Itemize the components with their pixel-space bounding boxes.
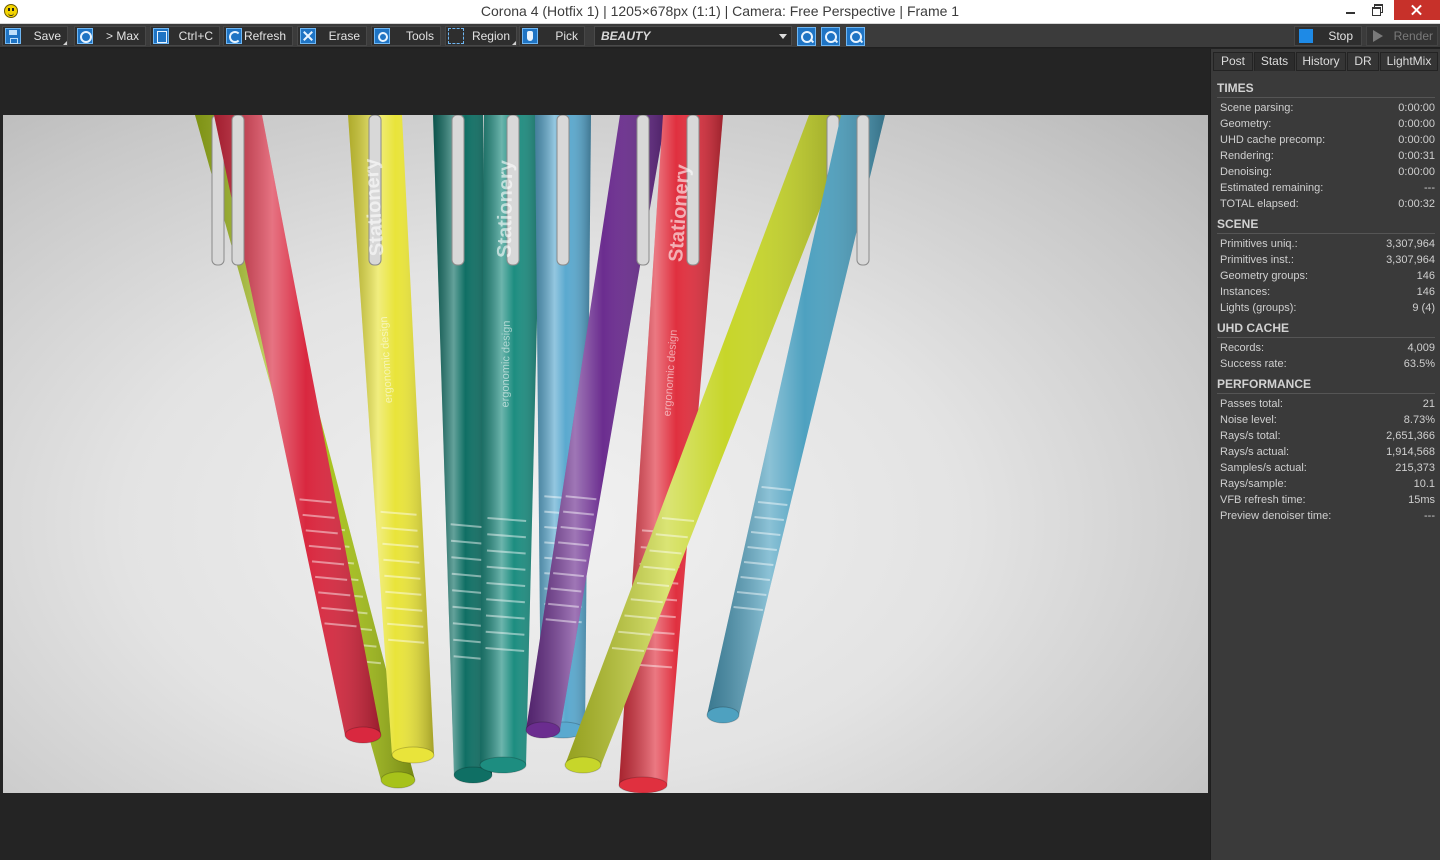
stats-panel: Post Stats History DR LightMix TIMES Sce… bbox=[1210, 49, 1440, 860]
stop-icon bbox=[1299, 29, 1313, 43]
scene-rows: Primitives uniq.: 3,307,964 Primitives in… bbox=[1217, 236, 1435, 316]
refresh-icon bbox=[226, 28, 242, 44]
chevron-down-icon bbox=[779, 34, 787, 39]
stat-row: Success rate: 63.5% bbox=[1220, 358, 1435, 370]
stat-row: Primitives inst.: 3,307,964 bbox=[1220, 254, 1435, 266]
stat-row: Primitives uniq.: 3,307,964 bbox=[1220, 238, 1435, 250]
tab-dr[interactable]: DR bbox=[1347, 52, 1379, 71]
region-icon bbox=[448, 28, 464, 44]
zoom-out-icon[interactable] bbox=[821, 27, 840, 46]
copy-button[interactable]: Ctrl+C bbox=[150, 26, 220, 46]
save-button[interactable]: Save bbox=[2, 26, 68, 46]
tab-stats[interactable]: Stats bbox=[1254, 52, 1295, 71]
stat-row: Rays/s total: 2,651,366 bbox=[1220, 430, 1435, 442]
stat-row: Scene parsing: 0:00:00 bbox=[1220, 102, 1435, 114]
gear-icon bbox=[374, 28, 390, 44]
stat-row: Passes total: 21 bbox=[1220, 398, 1435, 410]
zoom-in-icon[interactable] bbox=[797, 27, 816, 46]
section-times-title: TIMES bbox=[1217, 81, 1254, 95]
stat-row: Rays/sample: 10.1 bbox=[1220, 478, 1435, 490]
stat-row: Samples/s actual: 215,373 bbox=[1220, 462, 1435, 474]
section-uhd-cache-title: UHD CACHE bbox=[1217, 321, 1289, 335]
send-to-max-button[interactable]: > Max bbox=[74, 26, 146, 46]
pen: Stationery ergonomic design bbox=[479, 115, 542, 774]
stat-row: TOTAL elapsed: 0:00:32 bbox=[1220, 198, 1435, 210]
tab-lightmix[interactable]: LightMix bbox=[1380, 52, 1438, 71]
tab-history[interactable]: History bbox=[1296, 52, 1346, 71]
stat-row: Records: 4,009 bbox=[1220, 342, 1435, 354]
refresh-button[interactable]: Refresh bbox=[223, 26, 293, 46]
pen-brand-print: Stationery bbox=[494, 159, 518, 258]
region-button[interactable]: Region bbox=[445, 26, 517, 46]
divider bbox=[1217, 97, 1435, 98]
stat-row: Estimated remaining: --- bbox=[1220, 182, 1435, 194]
panel-tabs: Post Stats History DR LightMix bbox=[1213, 52, 1439, 72]
rendered-image[interactable]: Stationery ergonomic design Stationery ergo… bbox=[3, 115, 1208, 793]
stats-list: TIMES Scene parsing: 0:00:00 Geometry: 0:0… bbox=[1217, 79, 1435, 524]
render-element-select[interactable]: BEAUTY bbox=[594, 26, 792, 46]
render-viewport[interactable]: Stationery ergonomic design Stationery ergo… bbox=[0, 49, 1210, 860]
window-title: Corona 4 (Hotfix 1) | 1205×678px (1:1) |… bbox=[480, 3, 960, 19]
stat-row: Lights (groups): 9 (4) bbox=[1220, 302, 1435, 314]
stat-row: Preview denoiser time: --- bbox=[1220, 510, 1435, 522]
max-icon bbox=[77, 28, 93, 44]
stat-row: Geometry: 0:00:00 bbox=[1220, 118, 1435, 130]
pens-render: Stationery ergonomic designStationery ergo… bbox=[195, 115, 885, 793]
minimize-button[interactable] bbox=[1337, 0, 1363, 20]
zoom-fit-icon[interactable] bbox=[846, 27, 865, 46]
times-rows: Scene parsing: 0:00:00 Geometry: 0:00:00 U… bbox=[1217, 100, 1435, 212]
performance-rows: Passes total: 21 Noise level: 8.73% Rays/s… bbox=[1217, 396, 1435, 524]
tools-button[interactable]: Tools bbox=[371, 26, 441, 46]
stat-row: Rays/s actual: 1,914,568 bbox=[1220, 446, 1435, 458]
title-bar: Corona 4 (Hotfix 1) | 1205×678px (1:1) |… bbox=[0, 0, 1440, 24]
pen-tagline-print: ergonomic design bbox=[500, 321, 513, 408]
restore-button[interactable] bbox=[1364, 0, 1390, 20]
erase-button[interactable]: Erase bbox=[297, 26, 367, 46]
stat-row: VFB refresh time: 15ms bbox=[1220, 494, 1435, 506]
play-icon bbox=[1373, 30, 1383, 42]
close-button[interactable] bbox=[1394, 0, 1440, 20]
erase-icon bbox=[300, 28, 316, 44]
save-icon bbox=[5, 28, 21, 44]
copy-icon bbox=[153, 28, 169, 44]
stat-row: Denoising: 0:00:00 bbox=[1220, 166, 1435, 178]
dropdown-corner-icon bbox=[63, 41, 67, 45]
dropdown-corner-icon bbox=[512, 41, 516, 45]
stat-row: Noise level: 8.73% bbox=[1220, 414, 1435, 426]
pick-button[interactable]: Pick bbox=[519, 26, 585, 46]
vfb-toolbar: Save > Max Ctrl+C Refresh Erase Tools Re… bbox=[0, 24, 1440, 48]
stop-button[interactable]: Stop bbox=[1294, 26, 1362, 46]
section-scene-title: SCENE bbox=[1217, 217, 1259, 231]
divider bbox=[1217, 233, 1435, 234]
hand-pick-icon bbox=[522, 28, 538, 44]
uhd-rows: Records: 4,009 Success rate: 63.5% bbox=[1217, 340, 1435, 372]
section-performance-title: PERFORMANCE bbox=[1217, 377, 1312, 391]
divider bbox=[1217, 337, 1435, 338]
tab-post[interactable]: Post bbox=[1213, 52, 1253, 71]
render-button[interactable]: Render bbox=[1366, 26, 1438, 46]
stat-row: Instances: 146 bbox=[1220, 286, 1435, 298]
stat-row: Rendering: 0:00:31 bbox=[1220, 150, 1435, 162]
stat-row: Geometry groups: 146 bbox=[1220, 270, 1435, 282]
stat-row: UHD cache precomp: 0:00:00 bbox=[1220, 134, 1435, 146]
divider bbox=[1217, 393, 1435, 394]
